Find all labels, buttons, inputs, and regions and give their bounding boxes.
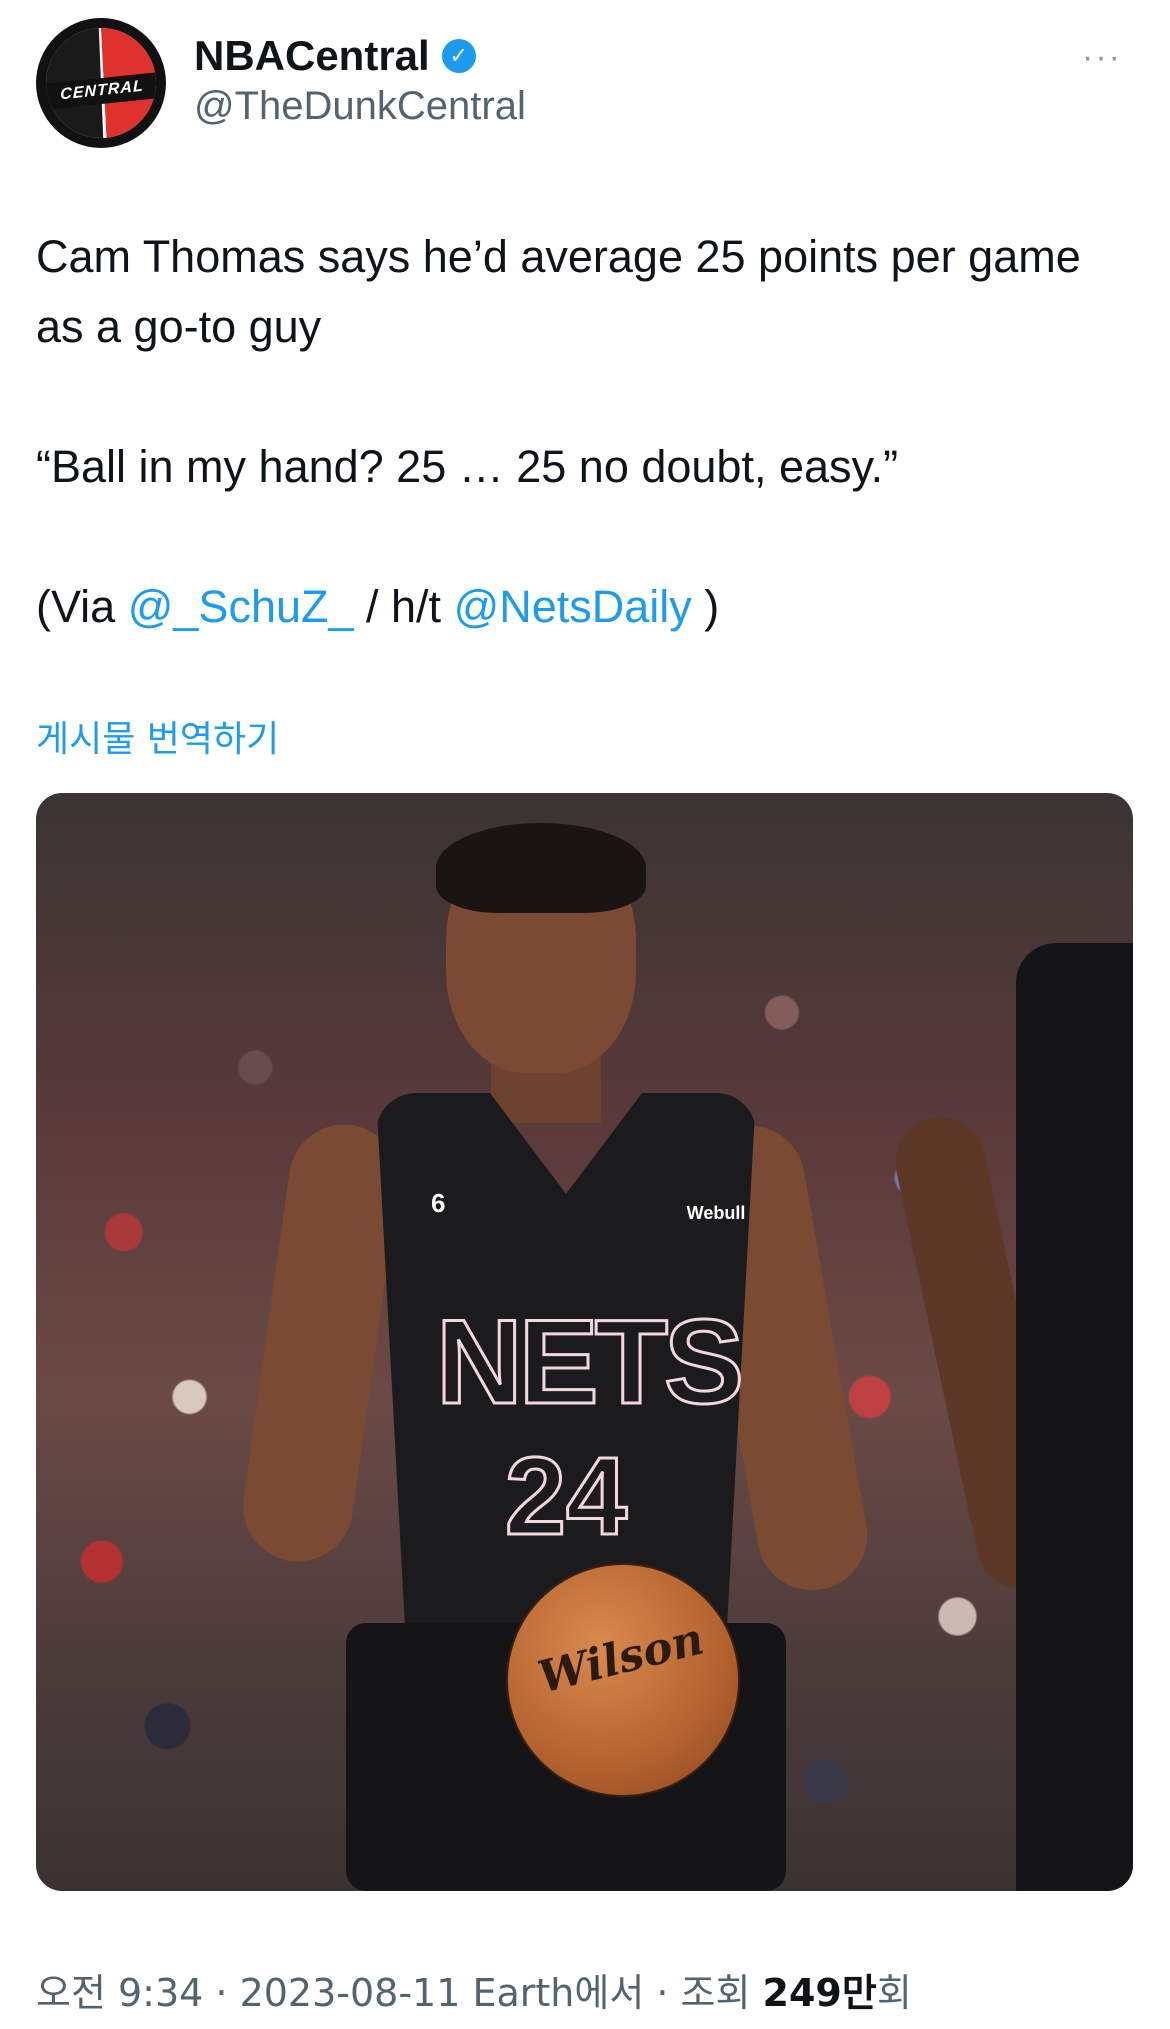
avatar-logo: CENTRAL bbox=[46, 28, 156, 138]
tweet-quote: “Ball in my hand? 25 … 25 no doubt, easy… bbox=[36, 441, 899, 492]
jersey-badge: 6 bbox=[431, 1188, 446, 1218]
verified-badge-icon: ✓ bbox=[441, 39, 476, 73]
credit-suffix: ) bbox=[691, 581, 720, 632]
view-count: 249만 bbox=[762, 1971, 877, 2015]
tweet-timestamp[interactable]: 오전 9:34 · 2023-08-11 Earth에서 · 조회 bbox=[36, 1971, 763, 2015]
view-count-suffix: 회 bbox=[876, 1971, 912, 2015]
photo-player-hair bbox=[436, 823, 646, 913]
tweet-meta: 오전 9:34 · 2023-08-11 Earth에서 · 조회 249만회 bbox=[36, 1962, 912, 2017]
more-options-icon[interactable]: ··· bbox=[1082, 38, 1122, 77]
credit-middle: / h/t bbox=[353, 581, 454, 632]
tweet-text: Cam Thomas says he’d average 25 points p… bbox=[36, 222, 1126, 642]
tweet-line: Cam Thomas says he’d average 25 points p… bbox=[36, 231, 1081, 352]
author-handle[interactable]: @TheDunkCentral bbox=[194, 84, 526, 129]
avatar[interactable]: CENTRAL bbox=[36, 18, 166, 148]
author-display-name[interactable]: NBACentral bbox=[194, 32, 430, 80]
mention-link-netsdaily[interactable]: @NetsDaily bbox=[454, 581, 692, 632]
tweet-header: CENTRAL NBACentral ✓ @TheDunkCentral ··· bbox=[36, 18, 1136, 148]
jersey-team-text: NETS bbox=[435, 1294, 746, 1431]
mention-link-schuz[interactable]: @_SchuZ_ bbox=[128, 581, 354, 632]
jersey-sponsor: Webull bbox=[686, 1203, 746, 1223]
tweet-credit: (Via @_SchuZ_ / h/t @NetsDaily ) bbox=[36, 572, 1126, 642]
jersey-number: 24 bbox=[503, 1434, 628, 1560]
translate-post-link[interactable]: 게시물 번역하기 bbox=[36, 710, 279, 762]
tweet-photo[interactable]: 6 Webull NETS 24 Wilson bbox=[36, 793, 1133, 1891]
credit-prefix: (Via bbox=[36, 581, 128, 632]
author-name-row: NBACentral ✓ bbox=[194, 32, 476, 80]
photo-teammate bbox=[1016, 943, 1133, 1891]
